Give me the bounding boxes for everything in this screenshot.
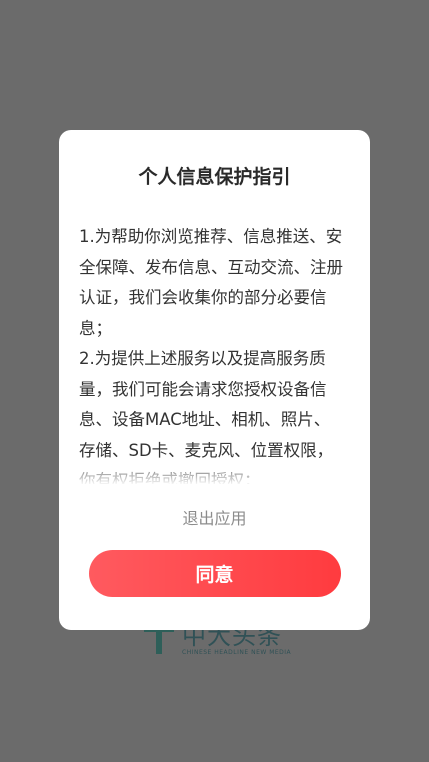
logo-english-text: CHINESE HEADLINE NEW MEDIA (182, 649, 292, 656)
policy-paragraph-2: 2.为提供上述服务以及提高服务质量，我们可能会请求您授权设备信息、设备MAC地址… (79, 349, 334, 484)
privacy-dialog: 个人信息保护指引 1.为帮助你浏览推荐、信息推送、安全保障、发布信息、互动交流、… (59, 130, 370, 630)
dialog-body-scroll[interactable]: 1.为帮助你浏览推荐、信息推送、安全保障、发布信息、互动交流、注册认证，我们会收… (79, 222, 350, 484)
agree-button[interactable]: 同意 (88, 550, 341, 597)
exit-app-button[interactable]: 退出应用 (176, 504, 252, 530)
dialog-title: 个人信息保护指引 (138, 166, 291, 188)
logo-mark-icon (144, 626, 174, 654)
policy-paragraph-1: 1.为帮助你浏览推荐、信息推送、安全保障、发布信息、互动交流、注册认证，我们会收… (79, 227, 343, 338)
